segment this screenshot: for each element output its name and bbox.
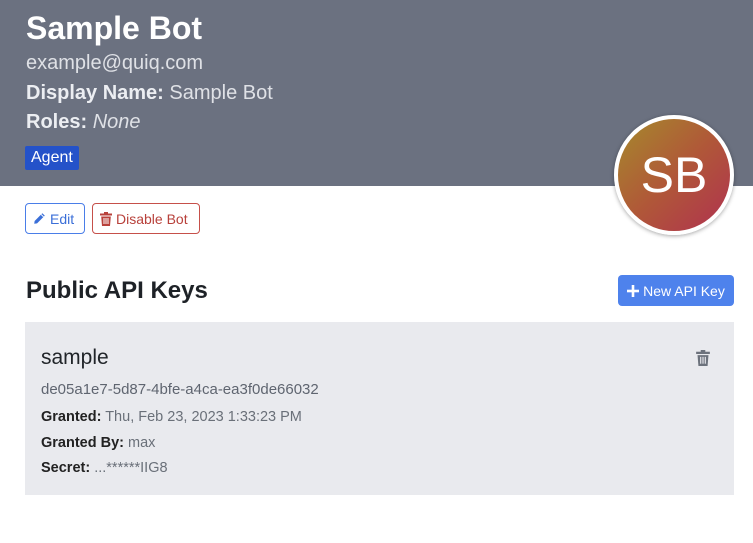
display-name-label: Display Name: bbox=[26, 82, 164, 104]
roles-label: Roles: bbox=[26, 111, 88, 133]
granted-by-row: Granted By: max bbox=[41, 435, 155, 451]
api-keys-title: Public API Keys bbox=[26, 277, 208, 304]
disable-bot-button[interactable]: Disable Bot bbox=[92, 203, 200, 234]
granted-by-label: Granted By: bbox=[41, 435, 124, 451]
display-name-row: Display Name: Sample Bot bbox=[26, 82, 273, 105]
display-name-value: Sample Bot bbox=[169, 82, 273, 104]
granted-label: Granted: bbox=[41, 409, 102, 425]
delete-key-trash-icon[interactable] bbox=[696, 350, 710, 366]
roles-value: None bbox=[92, 111, 141, 133]
new-api-key-button[interactable]: New API Key bbox=[618, 275, 734, 306]
avatar: SB bbox=[614, 115, 734, 235]
edit-button[interactable]: Edit bbox=[25, 203, 85, 234]
disable-bot-label: Disable Bot bbox=[116, 210, 188, 227]
edit-label: Edit bbox=[50, 210, 75, 227]
pencil-icon bbox=[34, 213, 45, 224]
new-api-key-label: New API Key bbox=[643, 282, 725, 299]
granted-row: Granted: Thu, Feb 23, 2023 1:33:23 PM bbox=[41, 409, 302, 425]
granted-value: Thu, Feb 23, 2023 1:33:23 PM bbox=[105, 409, 302, 425]
secret-label: Secret: bbox=[41, 460, 91, 476]
api-key-name: sample bbox=[41, 346, 109, 369]
role-badge: Agent bbox=[25, 146, 79, 170]
avatar-initials: SB bbox=[640, 147, 708, 203]
secret-row: Secret: ...******IIG8 bbox=[41, 460, 168, 476]
plus-icon bbox=[627, 284, 640, 297]
api-key-id: de05a1e7-5d87-4bfe-a4ca-ea3f0de66032 bbox=[41, 381, 319, 398]
secret-value: ...******IIG8 bbox=[94, 460, 168, 476]
page-title: Sample Bot bbox=[26, 10, 203, 46]
trash-icon bbox=[100, 211, 112, 226]
granted-by-value: max bbox=[128, 435, 156, 451]
profile-email: example@quiq.com bbox=[26, 52, 204, 74]
api-key-card: sample de05a1e7-5d87-4bfe-a4ca-ea3f0de66… bbox=[25, 322, 734, 495]
roles-row: Roles: None bbox=[26, 111, 141, 134]
